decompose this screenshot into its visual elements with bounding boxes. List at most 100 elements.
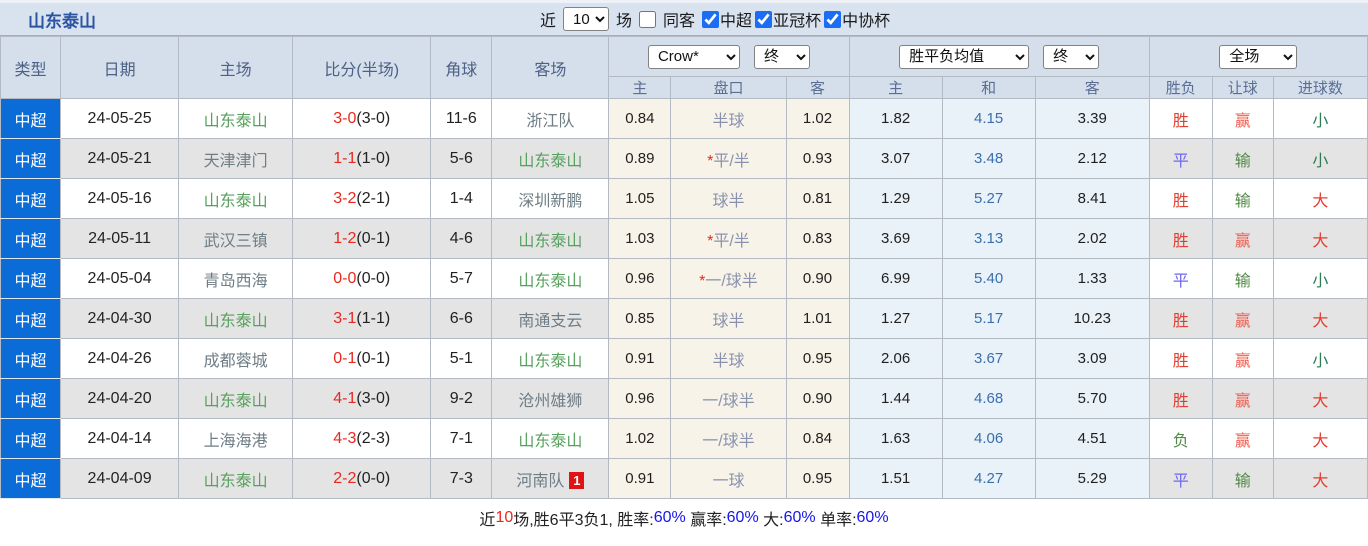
asia-home-odds-cell: 0.85 [608,298,672,339]
over-rate-label: 大: [758,511,784,529]
league-csl-checkbox[interactable] [702,10,720,28]
away-team-name: 南通支云 [518,312,583,330]
euro-home-odds-cell: 1.51 [848,458,943,499]
handicap-result-cell: 赢 [1211,298,1274,339]
away-team-name: 山东泰山 [518,432,583,450]
league-cell: 中超 [0,298,62,339]
league-cfa-cup-checkbox[interactable] [824,10,842,28]
euro-away-odds-cell: 2.02 [1034,218,1150,259]
home-team-cell: 武汉三镇 [178,218,294,259]
corners-cell: 7-3 [430,458,493,499]
header-home: 主场 [178,36,294,99]
handicap-result-cell: 输 [1211,178,1274,219]
same-away-checkbox[interactable] [639,10,657,28]
away-team-name: 深圳新鹏 [518,192,583,210]
euro-home-odds-cell: 1.27 [848,298,943,339]
score-cell: 0-0(0-0) [292,258,432,299]
outcome-value: 胜 [1172,232,1189,250]
win-rate-value: 60% [653,508,686,526]
asia-odds-time-select[interactable]: 终 [753,44,810,69]
header-date: 日期 [60,36,180,99]
home-team-cell: 成都蓉城 [178,338,294,379]
outcome-cell: 胜 [1148,378,1213,419]
away-team-name: 山东泰山 [518,152,583,170]
asia-away-odds-cell: 0.83 [785,218,850,259]
asia-home-odds-cell: 0.96 [608,258,672,299]
outcome-value: 平 [1172,272,1189,290]
table-row: 中超 24-05-11 武汉三镇 1-2(0-1) 4-6 山东泰山 1.03 *平/半 0.8… [0,218,1368,259]
handicap-result-cell: 输 [1211,258,1274,299]
euro-home-odds-cell: 1.82 [848,98,943,139]
outcome-value: 平 [1172,152,1189,170]
euro-draw-odds-cell: 5.17 [941,298,1036,339]
goals-cell: 小 [1272,138,1368,179]
league-acl-checkbox[interactable] [755,10,773,28]
halftime-score: (0-1) [356,229,391,247]
league-cell: 中超 [0,178,62,219]
table-row: 中超 24-04-20 山东泰山 4-1(3-0) 9-2 沧州雄狮 0.96 一/球半 0.9… [0,378,1368,419]
outcome-cell: 平 [1148,138,1213,179]
match-rows: 中超 24-05-25 山东泰山 3-0(3-0) 11-6 浙江队 0.84 半球 1.02 1… [0,98,1368,499]
europe-odds-type-select[interactable]: 胜平负均值 [899,44,1030,69]
fulltime-score: 0-1 [333,349,357,367]
header-score: 比分(半场) [292,36,432,99]
subheader-handicap-result: 让球 [1211,76,1274,99]
goals-cell: 大 [1272,298,1368,339]
recent-count-select[interactable]: 10 [563,7,610,31]
fulltime-score: 1-2 [333,229,357,247]
away-team-name: 山东泰山 [518,272,583,290]
table-row: 中超 24-04-14 上海海港 4-3(2-3) 7-1 山东泰山 1.02 一/球半 0.8… [0,418,1368,459]
outcome-cell: 胜 [1148,338,1213,379]
table-row: 中超 24-05-04 青岛西海 0-0(0-0) 5-7 山东泰山 0.96 *一/球半 0.… [0,258,1368,299]
table-row: 中超 24-05-25 山东泰山 3-0(3-0) 11-6 浙江队 0.84 半球 1.02 1… [0,98,1368,139]
away-team-cell: 河南队 1 [491,458,610,499]
score-cell: 3-0(3-0) [292,98,432,139]
outcome-value: 胜 [1172,352,1189,370]
asia-away-odds-cell: 0.84 [785,418,850,459]
outcome-value: 胜 [1172,112,1189,130]
score-cell: 2-2(0-0) [292,458,432,499]
outcome-cell: 胜 [1148,98,1213,139]
corners-cell: 5-7 [430,258,493,299]
outcome-cell: 负 [1148,418,1213,459]
unit-label: 场 [616,13,633,30]
away-team-cell: 南通支云 [491,298,610,339]
home-team-cell: 山东泰山 [178,178,294,219]
goals-cell: 大 [1272,458,1368,499]
asia-odds-company-select[interactable]: Crow* [647,44,740,69]
asia-away-odds-cell: 1.01 [785,298,850,339]
handicap-line: 一/球半 [702,432,755,450]
home-team-cell: 山东泰山 [178,298,294,339]
date-cell: 24-05-16 [60,178,180,219]
goals-value: 大 [1312,312,1329,330]
header-corners: 角球 [430,36,493,99]
handicap-result-value: 赢 [1234,232,1251,250]
asia-away-odds-cell: 0.95 [785,338,850,379]
goals-value: 大 [1312,232,1329,250]
subheader-asia-home: 主 [608,76,672,99]
corners-cell: 1-4 [430,178,493,219]
asia-home-odds-cell: 0.91 [608,338,672,379]
away-team-name: 浙江队 [526,112,575,130]
over-rate-value: 60% [783,508,816,526]
handicap-cell: 一球 [670,458,787,499]
home-team-cell: 山东泰山 [178,378,294,419]
goals-value: 小 [1312,272,1329,290]
handicap-cell: 球半 [670,298,787,339]
corners-cell: 7-1 [430,418,493,459]
home-team-cell: 青岛西海 [178,258,294,299]
league-cell: 中超 [0,338,62,379]
result-scope-select[interactable]: 全场 [1219,44,1298,69]
handicap-cell: 球半 [670,178,787,219]
euro-draw-odds-cell: 4.06 [941,418,1036,459]
goals-value: 小 [1312,152,1329,170]
home-team-name: 武汉三镇 [203,232,268,250]
euro-draw-odds-cell: 4.27 [941,458,1036,499]
league-cell: 中超 [0,418,62,459]
home-team-name: 成都蓉城 [203,352,268,370]
corners-cell: 4-6 [430,218,493,259]
europe-odds-time-select[interactable]: 终 [1043,44,1100,69]
league-acl-label: 亚冠杯 [773,13,822,30]
euro-away-odds-cell: 5.29 [1034,458,1150,499]
asia-home-odds-cell: 0.91 [608,458,672,499]
